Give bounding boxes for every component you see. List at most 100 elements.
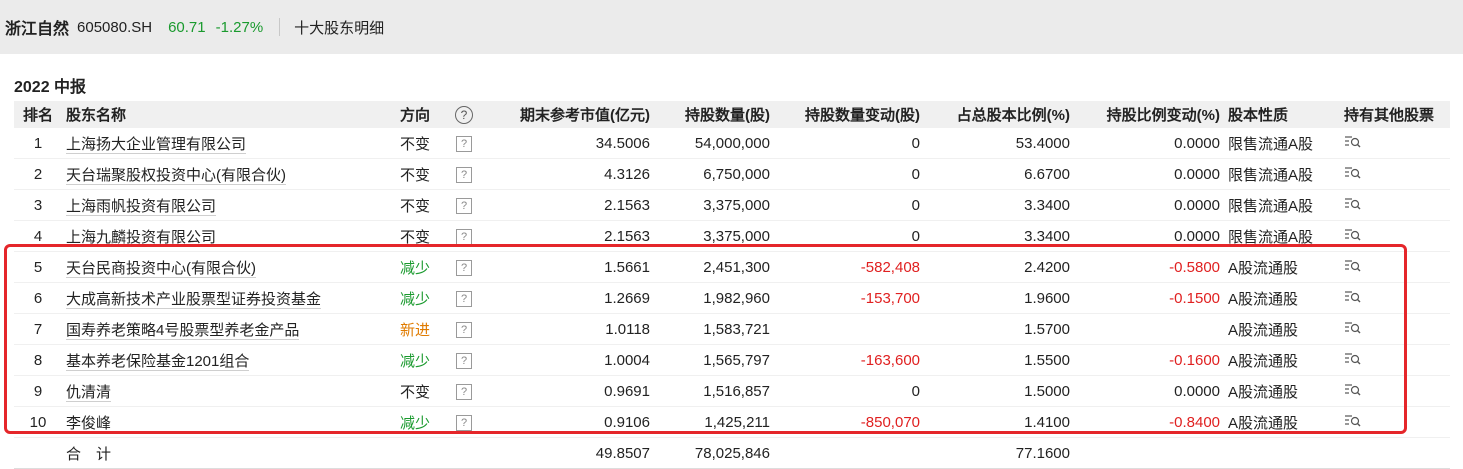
question-icon[interactable]: ?: [456, 198, 472, 214]
rank: 4: [14, 220, 62, 252]
shares: 3,375,000: [654, 189, 774, 221]
nature: 限售流通A股: [1224, 189, 1340, 221]
other-stocks-cell[interactable]: [1340, 344, 1450, 376]
search-list-icon[interactable]: [1344, 320, 1362, 334]
holder-name-link[interactable]: 李俊峰: [66, 414, 112, 433]
question-icon[interactable]: ?: [456, 322, 472, 338]
holder-name-link[interactable]: 仇清清: [66, 383, 112, 402]
total-market-value: 49.8507: [484, 437, 654, 469]
table-row: 8 基本养老保险基金1201组合 减少? 1.0004 1,565,797 -163,60…: [14, 344, 1450, 376]
holder-name-link[interactable]: 天台瑞聚股权投资中心(有限合伙): [66, 166, 286, 185]
stock-price: 60.71: [168, 18, 206, 36]
other-stocks-cell[interactable]: [1340, 251, 1450, 283]
holder-name-link[interactable]: 国寿养老策略4号股票型养老金产品: [66, 321, 300, 340]
help-cell[interactable]: ?: [444, 313, 484, 345]
shares-change: -153,700: [774, 282, 924, 314]
shares-change: -582,408: [774, 251, 924, 283]
question-icon[interactable]: ?: [456, 353, 472, 369]
shares: 1,565,797: [654, 344, 774, 376]
market-value: 34.5006: [484, 128, 654, 159]
col-market-value: 期末参考市值(亿元): [484, 101, 654, 128]
question-icon[interactable]: ?: [456, 167, 472, 183]
market-value: 2.1563: [484, 189, 654, 221]
other-stocks-cell[interactable]: [1340, 282, 1450, 314]
other-stocks-cell[interactable]: [1340, 220, 1450, 252]
other-stocks-cell[interactable]: [1340, 128, 1450, 159]
col-shares: 持股数量(股): [654, 101, 774, 128]
table-row: 9 仇清清 不变? 0.9691 1,516,857 0 1.5000 0.0000 A股流通股: [14, 375, 1450, 407]
shares-change: -163,600: [774, 344, 924, 376]
help-cell[interactable]: ?: [444, 128, 484, 159]
holder-name-link[interactable]: 基本养老保险基金1201组合: [66, 352, 250, 371]
pct-change: 0.0000: [1074, 189, 1224, 221]
question-icon[interactable]: ?: [456, 136, 472, 152]
holder-name-cell: 李俊峰: [62, 406, 396, 438]
other-stocks-cell[interactable]: [1340, 189, 1450, 221]
shares-change: 0: [774, 220, 924, 252]
market-value: 0.9691: [484, 375, 654, 407]
search-list-icon[interactable]: [1344, 134, 1362, 148]
pct: 1.4100: [924, 406, 1074, 438]
pct-change: -0.1600: [1074, 344, 1224, 376]
market-value: 1.5661: [484, 251, 654, 283]
question-icon[interactable]: ?: [456, 415, 472, 431]
help-cell[interactable]: ?: [444, 406, 484, 438]
question-icon[interactable]: ?: [456, 384, 472, 400]
help-cell[interactable]: ?: [444, 220, 484, 252]
help-cell[interactable]: ?: [444, 375, 484, 407]
help-cell[interactable]: ?: [444, 282, 484, 314]
other-stocks-cell[interactable]: [1340, 158, 1450, 190]
holder-name-cell: 基本养老保险基金1201组合: [62, 344, 396, 376]
question-icon[interactable]: ?: [456, 291, 472, 307]
nature: A股流通股: [1224, 375, 1340, 407]
col-nature: 股本性质: [1224, 101, 1340, 128]
question-icon[interactable]: ?: [456, 260, 472, 276]
col-help[interactable]: ?: [444, 101, 484, 128]
search-list-icon[interactable]: [1344, 413, 1362, 427]
question-icon[interactable]: ?: [456, 229, 472, 245]
section-title: 十大股东明细: [294, 19, 385, 37]
shares: 3,375,000: [654, 220, 774, 252]
shares: 6,750,000: [654, 158, 774, 190]
nature: A股流通股: [1224, 406, 1340, 438]
pct-change: -0.1500: [1074, 282, 1224, 314]
other-stocks-cell[interactable]: [1340, 313, 1450, 345]
shares: 2,451,300: [654, 251, 774, 283]
holder-name-cell: 天台瑞聚股权投资中心(有限合伙): [62, 158, 396, 190]
holder-name-link[interactable]: 天台民商投资中心(有限合伙): [66, 259, 256, 278]
total-label: 合 计: [62, 437, 396, 469]
other-stocks-cell[interactable]: [1340, 375, 1450, 407]
market-value: 1.0004: [484, 344, 654, 376]
help-cell[interactable]: ?: [444, 189, 484, 221]
market-value: 1.0118: [484, 313, 654, 345]
help-icon[interactable]: ?: [455, 105, 473, 124]
help-cell[interactable]: ?: [444, 344, 484, 376]
table-row: 1 上海扬大企业管理有限公司 不变? 34.5006 54,000,000 0 53.400…: [14, 128, 1450, 159]
help-cell[interactable]: ?: [444, 251, 484, 283]
holder-name-link[interactable]: 上海雨帆投资有限公司: [66, 197, 217, 216]
search-list-icon[interactable]: [1344, 165, 1362, 179]
search-list-icon[interactable]: [1344, 227, 1362, 241]
search-list-icon[interactable]: [1344, 258, 1362, 272]
pct-change: -0.8400: [1074, 406, 1224, 438]
holder-name-link[interactable]: 上海扬大企业管理有限公司: [66, 135, 247, 154]
search-list-icon[interactable]: [1344, 196, 1362, 210]
shares-change: 0: [774, 158, 924, 190]
nature: 限售流通A股: [1224, 128, 1340, 159]
holder-name-link[interactable]: 大成高新技术产业股票型证券投资基金: [66, 290, 322, 309]
search-list-icon[interactable]: [1344, 289, 1362, 303]
shares: 1,583,721: [654, 313, 774, 345]
holder-name-link[interactable]: 上海九麟投资有限公司: [66, 228, 217, 247]
help-cell[interactable]: ?: [444, 158, 484, 190]
total-row: 合 计 49.8507 78,025,846 77.1600: [14, 437, 1450, 469]
search-list-icon[interactable]: [1344, 382, 1362, 396]
market-value: 0.9106: [484, 406, 654, 438]
direction: 不变: [396, 189, 444, 221]
table-row: 3 上海雨帆投资有限公司 不变? 2.1563 3,375,000 0 3.3400 0.00…: [14, 189, 1450, 221]
direction: 不变: [396, 128, 444, 159]
search-list-icon[interactable]: [1344, 351, 1362, 365]
nature: A股流通股: [1224, 251, 1340, 283]
other-stocks-cell[interactable]: [1340, 406, 1450, 438]
pct: 6.6700: [924, 158, 1074, 190]
stock-name: 浙江自然: [5, 21, 70, 38]
